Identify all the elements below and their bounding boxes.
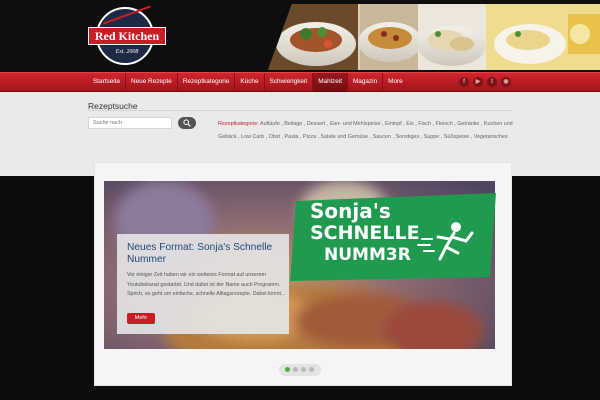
slide-caption: Neues Format: Sonja's Schnelle Nummer Vo… bbox=[117, 234, 289, 334]
category-link[interactable]: Aufläufe bbox=[260, 121, 280, 127]
nav-item-rezeptkategorie[interactable]: Rezeptkategorie bbox=[178, 73, 235, 92]
category-link[interactable]: Eis bbox=[406, 121, 414, 127]
promo-title: Sonja's SCHNELLE NUMM3R bbox=[310, 200, 470, 266]
more-button[interactable]: Mehr bbox=[127, 313, 155, 324]
slide-title[interactable]: Neues Format: Sonja's Schnelle Nummer bbox=[127, 242, 287, 266]
category-link[interactable]: Pasta bbox=[285, 134, 299, 140]
social-links: f ▶ t ◉ bbox=[459, 77, 511, 87]
category-link[interactable]: Low Carb bbox=[241, 134, 264, 140]
site-header: Red Kitchen Est. 2008 bbox=[0, 0, 600, 72]
site-logo[interactable]: Red Kitchen Est. 2008 bbox=[82, 5, 172, 66]
promo-line: SCHNELLE bbox=[310, 222, 420, 244]
category-link[interactable]: Beilage bbox=[284, 121, 302, 127]
category-link[interactable]: Obst bbox=[269, 134, 280, 140]
category-link[interactable]: Dessert bbox=[307, 121, 326, 127]
slider-dot[interactable] bbox=[293, 367, 298, 372]
nav-item-startseite[interactable]: Startseite bbox=[88, 73, 125, 92]
category-link[interactable]: Pizza bbox=[303, 134, 316, 140]
slide-excerpt: Vor einiger Zeit haben wir ein weiteres … bbox=[127, 272, 286, 297]
category-link[interactable]: Sonstiges bbox=[395, 134, 419, 140]
facebook-icon[interactable]: f bbox=[459, 77, 469, 87]
main-nav: Startseite Neue Rezepte Rezeptkategorie … bbox=[0, 72, 600, 92]
slider-dot[interactable] bbox=[309, 367, 314, 372]
category-link[interactable]: Eier- und Mehlspeise bbox=[330, 121, 381, 127]
category-list: Rezeptkategorie: Aufläufe , Beilage , De… bbox=[218, 118, 513, 143]
search-input[interactable] bbox=[88, 117, 172, 129]
rss-icon[interactable]: ◉ bbox=[501, 77, 511, 87]
category-link[interactable]: Fisch bbox=[418, 121, 431, 127]
promo-line: Sonja's bbox=[310, 199, 391, 223]
category-link[interactable]: Getränke bbox=[457, 121, 479, 127]
logo-name: Red Kitchen bbox=[88, 27, 166, 45]
nav-item-magazin[interactable]: Magazin bbox=[348, 73, 382, 92]
nav-item-schwierigkeit[interactable]: Schwierigkeit bbox=[265, 73, 313, 92]
category-label: Rezeptkategorie: bbox=[218, 121, 259, 127]
divider bbox=[88, 110, 511, 111]
search-icon bbox=[183, 119, 191, 127]
nav-item-neue-rezepte[interactable]: Neue Rezepte bbox=[126, 73, 177, 92]
logo-est: Est. 2008 bbox=[115, 49, 139, 55]
category-link[interactable]: Fleisch bbox=[436, 121, 453, 127]
page: Red Kitchen Est. 2008 Startseite Neue Re… bbox=[0, 0, 600, 400]
category-link[interactable]: Saucen bbox=[373, 134, 391, 140]
slider-dot[interactable] bbox=[301, 367, 306, 372]
promo-line: NUMM3R bbox=[324, 245, 411, 265]
slider-pagination bbox=[279, 364, 321, 376]
nav-item-mahlzeit[interactable]: Mahlzeit bbox=[313, 73, 347, 92]
twitter-icon[interactable]: t bbox=[487, 77, 497, 87]
category-link[interactable]: Vegetarisches bbox=[474, 134, 508, 140]
category-link[interactable]: Salate und Gemüse bbox=[321, 134, 369, 140]
category-link[interactable]: Suppe bbox=[424, 134, 440, 140]
search-button[interactable] bbox=[178, 117, 196, 129]
category-link[interactable]: Süßspeise bbox=[444, 134, 469, 140]
nav-item-more[interactable]: More bbox=[383, 73, 408, 92]
slider-dot[interactable] bbox=[285, 367, 290, 372]
category-links: Aufläufe , Beilage , Dessert , Eier- und… bbox=[218, 121, 513, 140]
header-food-image bbox=[268, 4, 600, 70]
youtube-icon[interactable]: ▶ bbox=[473, 77, 483, 87]
category-link[interactable]: Eintopf bbox=[385, 121, 402, 127]
nav-item-kueche[interactable]: Küche bbox=[235, 73, 263, 92]
